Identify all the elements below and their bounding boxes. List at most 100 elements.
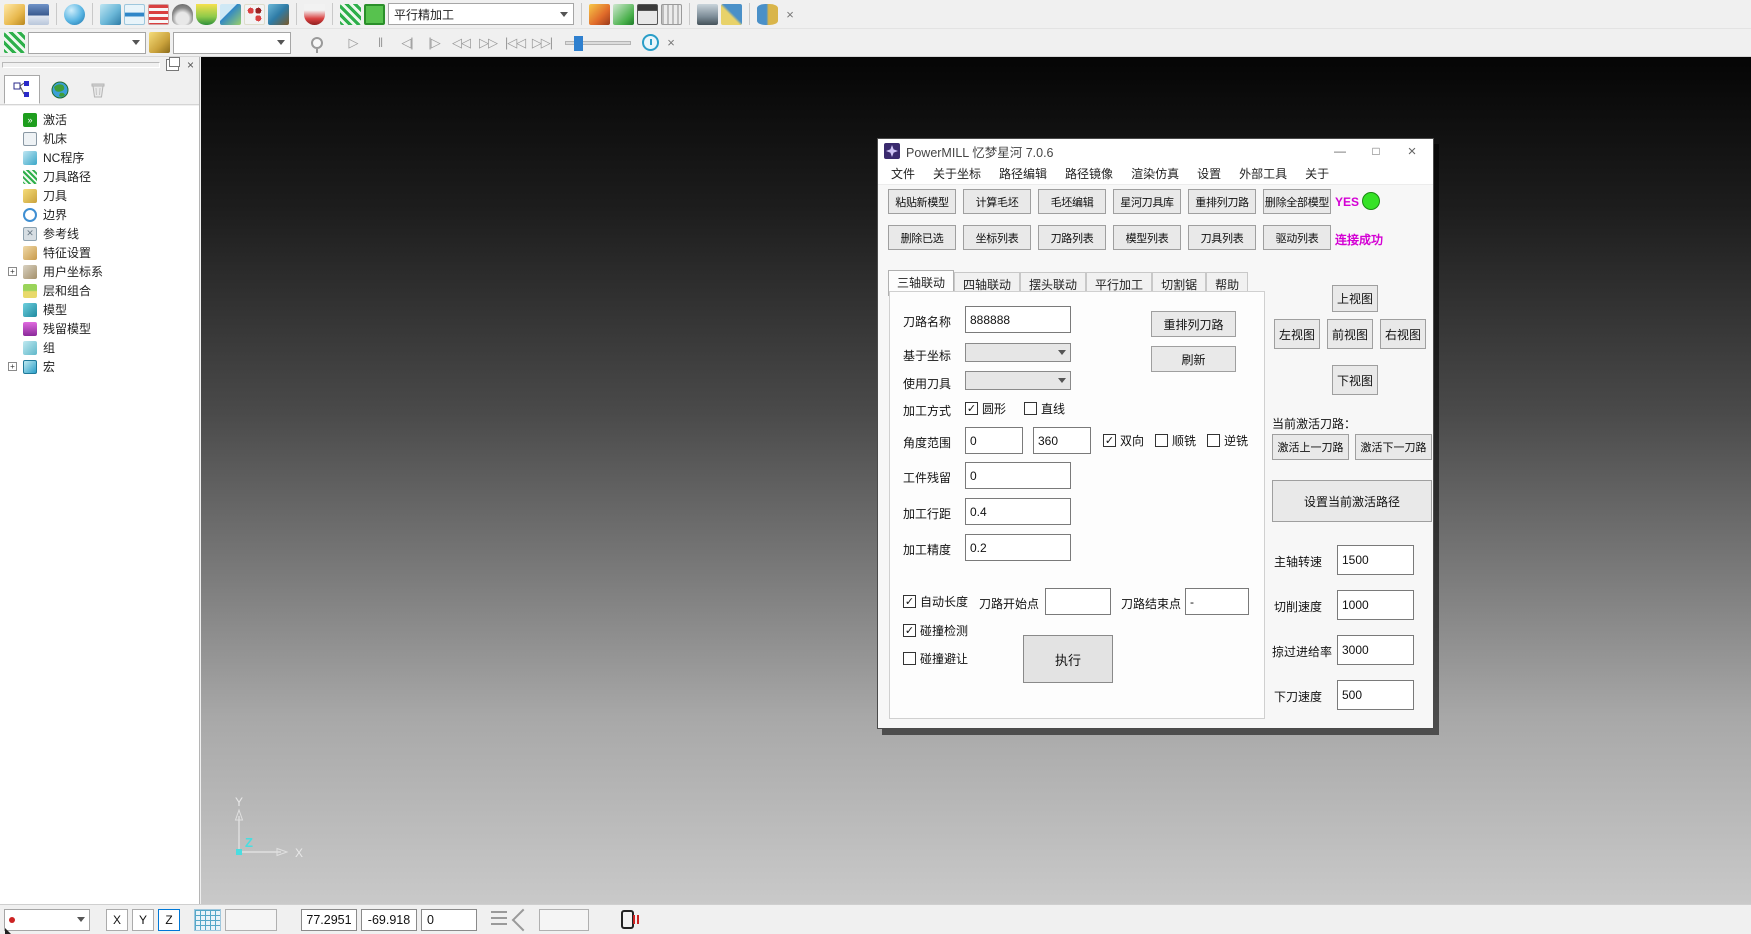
tree-item-feature-sets[interactable]: 特征设置 bbox=[0, 243, 199, 262]
collision-avoid-checkbox[interactable] bbox=[903, 652, 916, 665]
calculator-icon[interactable] bbox=[637, 4, 658, 25]
tree-item-nc-program[interactable]: NC程序 bbox=[0, 148, 199, 167]
plunge-speed-input[interactable] bbox=[1337, 680, 1414, 710]
stepover-input[interactable] bbox=[965, 498, 1071, 525]
minimize-icon[interactable]: — bbox=[1325, 141, 1355, 161]
delete-selected-button[interactable]: 删除已选 bbox=[888, 225, 956, 250]
tree-item-workplanes[interactable]: +用户坐标系 bbox=[0, 262, 199, 281]
end-point-input[interactable] bbox=[1185, 588, 1249, 615]
levels-icon[interactable] bbox=[148, 4, 169, 25]
drive-list-button[interactable]: 驱动列表 bbox=[1263, 225, 1331, 250]
rearrange-toolpath-button[interactable]: 重排列刀路 bbox=[1151, 311, 1236, 337]
view-left-button[interactable]: 左视图 bbox=[1274, 319, 1320, 349]
view-right-button[interactable]: 右视图 bbox=[1380, 319, 1426, 349]
tree-item-patterns[interactable]: ✕参考线 bbox=[0, 224, 199, 243]
autolen-option[interactable]: 自动长度 bbox=[903, 593, 968, 610]
tool-dropdown[interactable] bbox=[965, 371, 1071, 390]
to-start-icon[interactable]: |◁◁ bbox=[503, 32, 527, 54]
tree-item-levels-sets[interactable]: 层和组合 bbox=[0, 281, 199, 300]
restore-panel-icon[interactable] bbox=[166, 59, 179, 71]
collision-avoid-option[interactable]: 碰撞避让 bbox=[903, 650, 968, 667]
paste-new-model-button[interactable]: 粘贴新模型 bbox=[888, 189, 956, 214]
save-icon[interactable] bbox=[28, 4, 49, 25]
tab-explorer-trash[interactable] bbox=[80, 75, 116, 104]
start-point-input[interactable] bbox=[1045, 588, 1111, 615]
pause-icon[interactable]: ‖ bbox=[368, 32, 392, 54]
open-file-icon[interactable] bbox=[4, 4, 25, 25]
spindle-input[interactable] bbox=[1337, 545, 1414, 575]
toolpath-list-icon[interactable] bbox=[364, 4, 385, 25]
line-checkbox[interactable] bbox=[1024, 402, 1037, 415]
climb-option[interactable]: 顺铣 bbox=[1155, 432, 1196, 449]
clock-icon[interactable] bbox=[642, 34, 659, 51]
mode-circle-option[interactable]: 圆形 bbox=[965, 400, 1006, 417]
sim-tool-combo[interactable] bbox=[173, 32, 291, 54]
tool-library-button[interactable]: 星河刀具库 bbox=[1113, 189, 1181, 214]
probe-pointer-icon[interactable] bbox=[512, 908, 535, 931]
toolbar-close-icon[interactable]: × bbox=[781, 5, 799, 23]
step-forward-icon[interactable]: |▷ bbox=[422, 32, 446, 54]
tree-item-machine[interactable]: 机床 bbox=[0, 129, 199, 148]
execute-button[interactable]: 执行 bbox=[1023, 635, 1113, 683]
lamp-icon[interactable] bbox=[305, 32, 329, 54]
toolpath-list-button[interactable]: 刀路列表 bbox=[1038, 225, 1106, 250]
menu-about[interactable]: 关于 bbox=[1296, 165, 1338, 182]
toolpath-spring-icon[interactable] bbox=[340, 4, 361, 25]
conventional-checkbox[interactable] bbox=[1207, 434, 1220, 447]
u-channel-icon[interactable] bbox=[196, 4, 217, 25]
tools-icon[interactable] bbox=[149, 32, 170, 53]
view-front-button[interactable]: 前视图 bbox=[1327, 319, 1373, 349]
angle-to-input[interactable] bbox=[1033, 427, 1091, 454]
block-tool-icon[interactable] bbox=[268, 4, 289, 25]
tree-item-stock-models[interactable]: 残留模型 bbox=[0, 319, 199, 338]
create-block-icon[interactable] bbox=[100, 4, 121, 25]
sim-speed-slider[interactable] bbox=[565, 41, 631, 45]
prev-toolpath-button[interactable]: 激活上一刀路 bbox=[1272, 434, 1349, 460]
ball-tool-icon[interactable] bbox=[172, 4, 193, 25]
curve-editor-icon[interactable] bbox=[220, 4, 241, 25]
coord-list-button[interactable]: 坐标列表 bbox=[963, 225, 1031, 250]
menu-settings[interactable]: 设置 bbox=[1188, 165, 1230, 182]
stock-edit-button[interactable]: 毛坯编辑 bbox=[1038, 189, 1106, 214]
tree-item-boundaries[interactable]: 边界 bbox=[0, 205, 199, 224]
cutting-speed-input[interactable] bbox=[1337, 590, 1414, 620]
points-icon[interactable] bbox=[244, 4, 265, 25]
dialog-titlebar[interactable]: PowerMILL 忆梦星河 7.0.6 — □ × bbox=[878, 139, 1433, 163]
sphere-icon[interactable] bbox=[64, 4, 85, 25]
close-icon[interactable]: × bbox=[1397, 141, 1427, 161]
machining-strategy-combo[interactable]: 平行精加工 bbox=[388, 3, 574, 25]
tree-item-models[interactable]: 模型 bbox=[0, 300, 199, 319]
autolen-checkbox[interactable] bbox=[903, 595, 916, 608]
bidir-checkbox[interactable] bbox=[1103, 434, 1116, 447]
x-axis-button[interactable]: X bbox=[106, 909, 128, 931]
step-back-icon[interactable]: ◁| bbox=[395, 32, 419, 54]
tree-item-activate[interactable]: »激活 bbox=[0, 110, 199, 129]
grid-size-field[interactable] bbox=[225, 909, 277, 931]
menu-render-sim[interactable]: 渲染仿真 bbox=[1122, 165, 1188, 182]
mode-line-option[interactable]: 直线 bbox=[1024, 400, 1065, 417]
grid-snap-button[interactable] bbox=[194, 909, 221, 931]
menu-coords[interactable]: 关于坐标 bbox=[924, 165, 990, 182]
rewind-icon[interactable]: ◁◁ bbox=[449, 32, 473, 54]
y-axis-button[interactable]: Y bbox=[132, 909, 154, 931]
menu-path-edit[interactable]: 路径编辑 bbox=[990, 165, 1056, 182]
rearrange-toolpaths-button[interactable]: 重排列刀路 bbox=[1188, 189, 1256, 214]
measure-field[interactable] bbox=[539, 909, 589, 931]
transform-icon[interactable] bbox=[721, 4, 742, 25]
tool-list-button[interactable]: 刀具列表 bbox=[1188, 225, 1256, 250]
expander-plus-icon[interactable]: + bbox=[8, 267, 17, 276]
menu-path-mirror[interactable]: 路径镜像 bbox=[1056, 165, 1122, 182]
close-panel-icon[interactable]: × bbox=[184, 59, 197, 71]
sim-toolbar-close-icon[interactable]: × bbox=[662, 34, 680, 52]
calc-stock-button[interactable]: 计算毛坯 bbox=[963, 189, 1031, 214]
next-toolpath-button[interactable]: 激活下一刀路 bbox=[1355, 434, 1432, 460]
view-top-button[interactable]: 上视图 bbox=[1332, 285, 1378, 312]
tool-verify-icon[interactable] bbox=[613, 4, 634, 25]
model-list-button[interactable]: 模型列表 bbox=[1113, 225, 1181, 250]
sim-toolpath-combo[interactable] bbox=[28, 32, 146, 54]
tab-explorer-tree[interactable] bbox=[4, 75, 40, 104]
bidir-option[interactable]: 双向 bbox=[1103, 432, 1144, 449]
collision-tool-icon[interactable] bbox=[304, 4, 325, 25]
coord-dropdown[interactable] bbox=[965, 343, 1071, 362]
conventional-option[interactable]: 逆铣 bbox=[1207, 432, 1248, 449]
